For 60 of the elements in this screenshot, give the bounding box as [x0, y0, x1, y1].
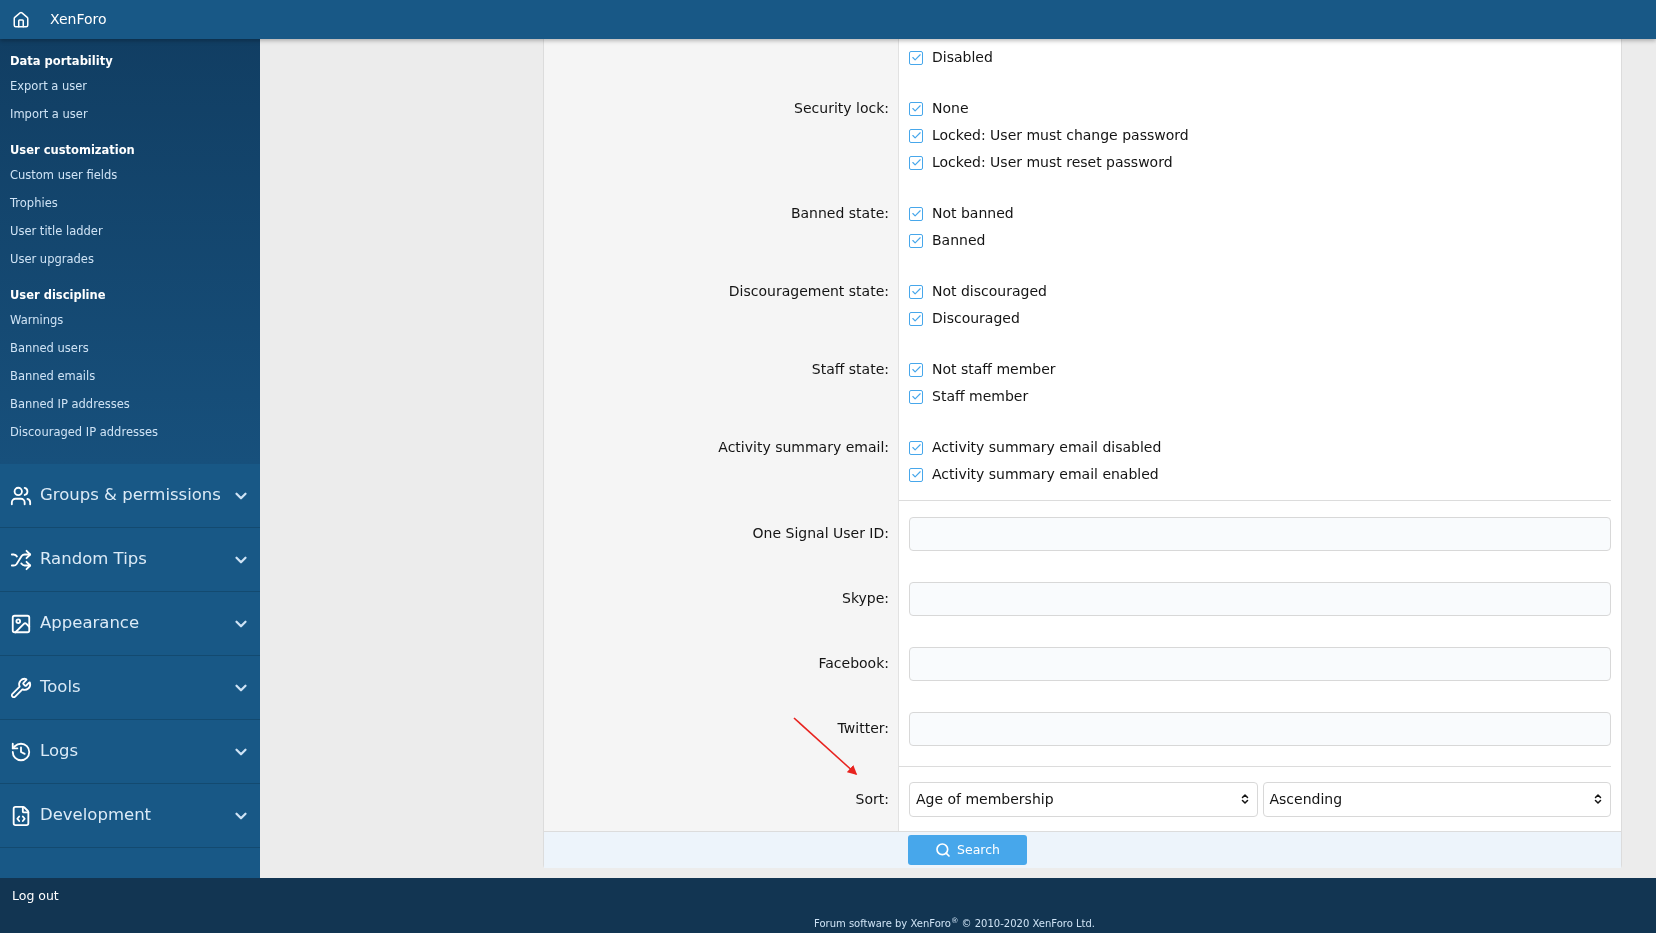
input-field[interactable]	[909, 711, 1611, 746]
sidebar-link[interactable]: Import a user	[0, 100, 98, 128]
checkbox-label[interactable]: Not discouraged	[932, 281, 1047, 302]
menu-label: Appearance	[40, 612, 141, 635]
checkbox-label[interactable]: Disabled	[932, 47, 993, 68]
menu-label: Tools	[40, 676, 82, 699]
sidebar-link[interactable]: Trophies	[0, 189, 68, 217]
input-field[interactable]	[909, 581, 1611, 616]
sidebar-link[interactable]: Banned users	[0, 334, 99, 362]
input-field[interactable]	[909, 516, 1611, 551]
menu-label: Groups & permissions	[40, 484, 222, 507]
sidebar-link[interactable]: Banned emails	[0, 362, 106, 390]
sidebar-link[interactable]: Custom user fields	[0, 161, 128, 189]
site-title[interactable]: XenForo	[50, 9, 107, 30]
sidebar-link[interactable]: User upgrades	[0, 245, 104, 273]
menu-label: Development	[40, 804, 153, 827]
updown-icon	[1592, 793, 1604, 805]
field-label: Activity summary email:	[718, 438, 889, 457]
sidebar-link[interactable]: Banned IP addresses	[0, 390, 140, 418]
code-file-icon	[10, 804, 32, 827]
field-label: Security lock:	[794, 99, 889, 118]
field-label: Sort:	[855, 789, 889, 809]
logout-link[interactable]: Log out	[12, 887, 59, 906]
home-icon[interactable]	[12, 10, 30, 29]
field-label: Staff state:	[811, 360, 889, 379]
checkbox-label[interactable]: Activity summary email enabled	[932, 464, 1159, 485]
field-label: Twitter:	[837, 719, 889, 738]
menu-label: Logs	[40, 740, 80, 763]
checkbox-label[interactable]: Not banned	[932, 203, 1014, 224]
wrench-icon	[10, 676, 32, 699]
checkbox-label[interactable]: Activity summary email disabled	[932, 437, 1162, 458]
checkbox-label[interactable]: Locked: User must change password	[932, 125, 1189, 146]
section-title: Data portability	[9, 53, 114, 70]
sidebar-link[interactable]: User title ladder	[0, 217, 113, 245]
field-label: Skype:	[842, 589, 889, 608]
field-label: Facebook:	[818, 654, 889, 673]
checkbox-label[interactable]: Not staff member	[932, 359, 1056, 380]
menu-label: Random Tips	[40, 548, 148, 571]
history-icon	[10, 740, 32, 763]
checkbox-label[interactable]: Locked: User must reset password	[932, 152, 1173, 173]
section-title: User discipline	[9, 287, 107, 304]
sidebar-link[interactable]: Warnings	[0, 306, 74, 334]
input-field[interactable]	[909, 646, 1611, 681]
field-label: Banned state:	[790, 204, 889, 223]
checkbox-label[interactable]: None	[932, 98, 969, 119]
checkbox-label[interactable]: Discouraged	[932, 308, 1020, 329]
field-label: One Signal User ID:	[752, 524, 889, 543]
picture-icon	[10, 612, 32, 635]
sidebar-link[interactable]: Discouraged IP addresses	[0, 418, 169, 446]
shuffle-icon	[10, 548, 32, 571]
checkbox-label[interactable]: Banned	[932, 230, 986, 251]
select-dropdown[interactable]: Age of membership	[909, 781, 1258, 817]
sidebar-link[interactable]: Export a user	[0, 72, 98, 100]
select-dropdown[interactable]: Ascending	[1262, 781, 1611, 817]
copyright-text: Forum software by XenForo$^{®}$ © 2010-2020 XenForo Ltd.	[814, 916, 1096, 931]
checkbox-label[interactable]: Staff member	[932, 386, 1029, 407]
users-icon	[10, 484, 32, 507]
field-label: Discouragement state:	[728, 282, 889, 301]
section-title: User customization	[9, 142, 136, 159]
search-icon	[935, 842, 951, 858]
